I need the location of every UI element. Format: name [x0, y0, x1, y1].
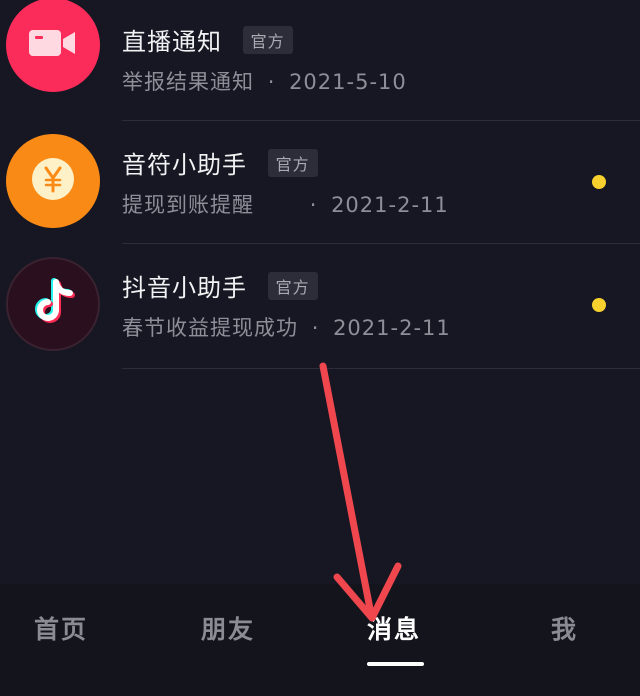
bottom-tab-bar: 首页 朋友 消息 我	[0, 584, 640, 696]
music-assistant-avatar	[6, 134, 100, 228]
message-title-text: 抖音小助手	[122, 274, 247, 302]
message-preview: 提现到账提醒	[122, 193, 254, 217]
douyin-assistant-avatar	[6, 257, 100, 351]
message-date: 2021-2-11	[331, 193, 449, 217]
unread-dot	[592, 298, 606, 312]
message-preview: 春节收益提现成功	[122, 316, 298, 340]
row-divider	[122, 120, 640, 121]
row-divider	[122, 243, 640, 244]
separator-dot: ·	[311, 316, 320, 340]
message-title-text: 直播通知	[122, 28, 222, 56]
active-tab-indicator	[367, 662, 424, 666]
tab-home[interactable]: 首页	[34, 610, 88, 646]
row-divider	[122, 368, 640, 369]
message-date: 2021-5-10	[289, 70, 407, 94]
official-tag: 官方	[267, 272, 318, 300]
message-subtitle: 春节收益提现成功 · 2021-2-11	[122, 312, 451, 342]
official-tag: 官方	[242, 26, 293, 54]
tab-me[interactable]: 我	[551, 610, 578, 646]
live-notice-avatar	[6, 0, 100, 92]
message-subtitle: 举报结果通知 · 2021-5-10	[122, 66, 407, 96]
message-item-live-notice[interactable]: 直播通知 官方 举报结果通知 · 2021-5-10	[0, 0, 640, 123]
message-title: 音符小助手 官方	[122, 145, 318, 180]
message-title: 抖音小助手 官方	[122, 268, 318, 303]
official-tag: 官方	[267, 149, 318, 177]
message-subtitle: 提现到账提醒 · 2021-2-11	[122, 189, 449, 219]
tab-messages[interactable]: 消息	[367, 610, 421, 646]
separator-dot: ·	[309, 193, 318, 217]
message-title-text: 音符小助手	[122, 151, 247, 179]
message-date: 2021-2-11	[333, 316, 451, 340]
separator-dot: ·	[267, 70, 276, 94]
message-title: 直播通知 官方	[122, 22, 293, 57]
message-preview: 举报结果通知	[122, 70, 254, 94]
tiktok-logo-icon	[30, 276, 76, 332]
unread-dot	[592, 175, 606, 189]
message-list: 直播通知 官方 举报结果通知 · 2021-5-10 音符小助手 官方 提现到账…	[0, 0, 640, 369]
tab-friends[interactable]: 朋友	[201, 610, 255, 646]
message-item-music-assistant[interactable]: 音符小助手 官方 提现到账提醒 · 2021-2-11	[0, 123, 640, 246]
message-item-douyin-assistant[interactable]: 抖音小助手 官方 春节收益提现成功 · 2021-2-11	[0, 246, 640, 369]
video-camera-icon	[27, 26, 79, 64]
yen-coin-icon	[30, 156, 76, 206]
